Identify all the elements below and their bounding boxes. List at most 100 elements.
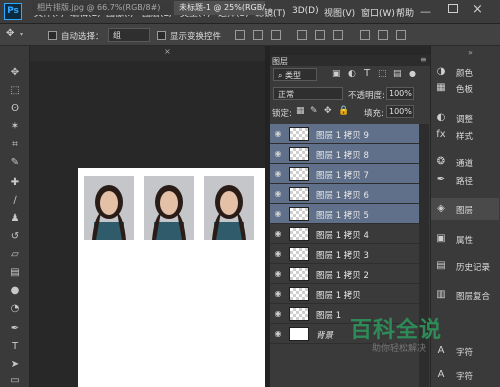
align-vcenter-icon[interactable] — [253, 30, 263, 40]
filter-type-icon[interactable]: T — [364, 68, 370, 79]
filter-smart-object-icon[interactable]: ▤ — [393, 69, 402, 79]
healing-brush-tool-icon[interactable]: ✚ — [8, 176, 22, 190]
watermark-title: 百科全说 — [350, 318, 443, 343]
layer-name: 图层 1 拷贝 7 — [316, 171, 369, 181]
dock-label: 历史记录 — [456, 263, 491, 273]
layer-thumbnail — [289, 147, 309, 161]
minimize-icon[interactable]: — — [420, 5, 431, 18]
tool-preset-chevron-icon[interactable]: ▾ — [20, 31, 23, 38]
blur-tool-icon[interactable]: ● — [8, 284, 22, 298]
pen-tool-icon[interactable]: ✒ — [8, 322, 22, 336]
visibility-eye-icon[interactable]: ◉ — [273, 269, 283, 278]
dock-label: 图层 — [456, 206, 474, 216]
align-bottom-icon[interactable] — [271, 30, 281, 40]
layer-thumbnail — [289, 187, 309, 201]
portrait-photo — [84, 176, 134, 240]
collapse-icon[interactable]: » — [468, 48, 473, 57]
lock-transparent-icon[interactable]: ▦ — [296, 106, 305, 116]
gradient-tool-icon[interactable]: ▤ — [8, 266, 22, 280]
history-brush-tool-icon[interactable]: ↺ — [8, 230, 22, 244]
visibility-eye-icon[interactable]: ◉ — [273, 229, 283, 238]
tab-untitled-1[interactable]: 未标题-1 @ 25%(RGB/8#) — [174, 1, 265, 15]
align-hcenter-icon[interactable] — [315, 30, 325, 40]
marquee-tool-icon[interactable]: ⬚ — [8, 84, 22, 98]
visibility-eye-icon[interactable]: ◉ — [273, 149, 283, 158]
layer-comps-icon: ▥ — [436, 289, 446, 300]
filter-toggle-icon[interactable]: ● — [409, 69, 416, 78]
document-tab-bar — [30, 46, 265, 61]
visibility-eye-icon[interactable]: ◉ — [273, 329, 283, 338]
auto-select-dropdown[interactable]: 组 — [108, 28, 150, 42]
lasso-tool-icon[interactable]: ʘ — [8, 102, 22, 116]
lock-position-icon[interactable]: ✥ — [324, 106, 332, 116]
crop-tool-icon[interactable]: ⌗ — [8, 138, 22, 152]
maximize-icon[interactable] — [448, 4, 458, 13]
layer-filter-dropdown[interactable]: ⌕ 类型 — [273, 68, 317, 81]
auto-select-label: 自动选择： — [61, 32, 104, 42]
menu-view[interactable]: 视图(V) — [324, 6, 355, 19]
visibility-eye-icon[interactable]: ◉ — [273, 129, 283, 138]
filter-adjustment-icon[interactable]: ◐ — [348, 69, 356, 79]
visibility-eye-icon[interactable]: ◉ — [273, 289, 283, 298]
paths-icon: ✒ — [436, 174, 446, 185]
tab-close-icon[interactable]: × — [164, 47, 171, 56]
layer-name: 图层 1 拷贝 3 — [316, 251, 369, 261]
align-top-icon[interactable] — [235, 30, 245, 40]
visibility-eye-icon[interactable]: ◉ — [273, 249, 283, 258]
photoshop-logo-icon: Ps — [4, 3, 22, 20]
align-left-icon[interactable] — [297, 30, 307, 40]
align-right-icon[interactable] — [333, 30, 343, 40]
lock-image-icon[interactable]: ✎ — [310, 106, 318, 116]
dodge-tool-icon[interactable]: ◔ — [8, 302, 22, 316]
opacity-input[interactable]: 100% — [386, 87, 414, 100]
clone-stamp-tool-icon[interactable]: ♟ — [8, 212, 22, 226]
filter-shape-icon[interactable]: ⬚ — [378, 69, 387, 79]
layer-filter-value: 类型 — [285, 71, 302, 80]
layer-name: 图层 1 拷贝 5 — [316, 211, 369, 221]
watermark-subtitle: 助你轻松解决 — [372, 344, 427, 354]
dock-label: 路径 — [456, 177, 474, 187]
panel-menu-icon[interactable]: ≡ — [420, 55, 427, 64]
tab-label: 未标题-1 @ 25%(RGB/8#) — [179, 3, 265, 12]
dock-label: 调整 — [456, 115, 474, 125]
visibility-eye-icon[interactable]: ◉ — [273, 209, 283, 218]
channels-icon: ❂ — [436, 156, 446, 167]
styles-icon: fx — [436, 129, 446, 140]
menu-help[interactable]: 帮助 — [396, 6, 414, 19]
visibility-eye-icon[interactable]: ◉ — [273, 309, 283, 318]
layer-thumbnail — [289, 207, 309, 221]
auto-select-checkbox[interactable] — [48, 31, 57, 40]
distribute-bottom-icon[interactable] — [396, 30, 406, 40]
swatches-icon: ▦ — [436, 82, 446, 93]
close-icon[interactable]: × — [472, 2, 483, 17]
rectangle-tool-icon[interactable]: ▭ — [8, 374, 22, 387]
filter-pixel-icon[interactable]: ▣ — [332, 69, 341, 79]
distribute-vcenter-icon[interactable] — [378, 30, 388, 40]
fill-input[interactable]: 100% — [386, 105, 414, 118]
move-tool-icon[interactable]: ✥ — [6, 28, 14, 39]
blend-mode-dropdown[interactable]: 正常 — [273, 87, 343, 100]
move-tool-icon[interactable]: ✥ — [8, 66, 22, 80]
eraser-tool-icon[interactable]: ▱ — [8, 248, 22, 262]
distribute-top-icon[interactable] — [360, 30, 370, 40]
show-transform-checkbox[interactable] — [157, 31, 166, 40]
visibility-eye-icon[interactable]: ◉ — [273, 169, 283, 178]
layer-thumbnail — [289, 327, 309, 341]
brush-tool-icon[interactable]: ∕ — [8, 194, 22, 208]
tab-photo-layout[interactable]: 相片排版.jpg @ 66.7%(RGB/8#) — [32, 1, 172, 15]
path-selection-tool-icon[interactable]: ➤ — [8, 358, 22, 372]
layer-name: 图层 1 拷贝 6 — [316, 191, 369, 201]
layer-thumbnail — [289, 267, 309, 281]
menu-window[interactable]: 窗口(W) — [361, 6, 395, 19]
lock-all-icon[interactable]: 🔒 — [338, 106, 349, 116]
dock-label: 样式 — [456, 132, 474, 142]
magic-wand-tool-icon[interactable]: ✶ — [8, 120, 22, 134]
eyedropper-tool-icon[interactable]: ✎ — [8, 156, 22, 170]
opacity-value: 100% — [389, 89, 412, 98]
type-tool-icon[interactable]: T — [8, 340, 22, 354]
blend-mode-value: 正常 — [278, 90, 294, 99]
layers-panel-title[interactable]: 图层 — [272, 56, 288, 67]
visibility-eye-icon[interactable]: ◉ — [273, 189, 283, 198]
fill-value: 100% — [389, 107, 412, 116]
menu-3d[interactable]: 3D(D) — [292, 6, 319, 16]
